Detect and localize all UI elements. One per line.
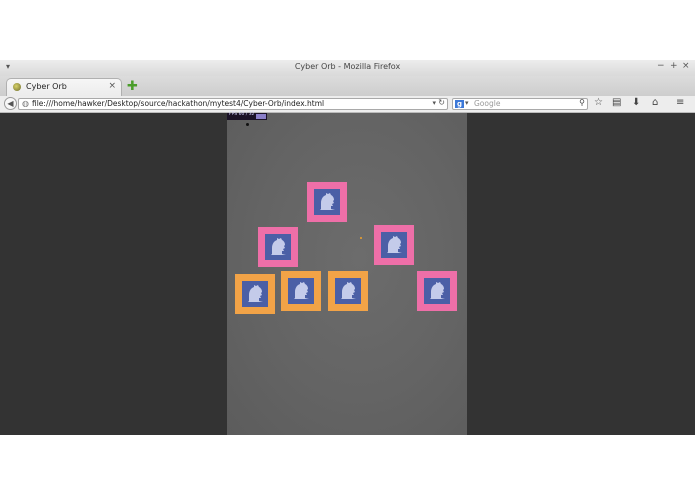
dinosaur-marker-icon [265, 234, 291, 260]
stats-overlay: FPS 60 / 32 [227, 112, 267, 120]
search-engine-dropdown-icon[interactable]: ▾ [465, 99, 469, 107]
navigation-toolbar: ◀ ◍ file:///home/hawker/Desktop/source/h… [0, 96, 695, 113]
page-content: FPS 60 / 32 [0, 112, 695, 435]
url-dropdown-icon[interactable]: ▾ [432, 99, 436, 107]
title-bar: ▾ Cyber Orb - Mozilla Firefox − + × [0, 60, 695, 77]
sticky-note [235, 274, 275, 314]
new-tab-icon[interactable]: ✚ [127, 80, 139, 93]
sticky-note [258, 227, 298, 267]
tab-close-icon[interactable]: × [108, 81, 116, 91]
search-input[interactable]: Google [474, 99, 500, 108]
dinosaur-marker-icon [335, 278, 361, 304]
firefox-window: ▾ Cyber Orb - Mozilla Firefox − + × Cybe… [0, 60, 695, 435]
camera-feed[interactable]: FPS 60 / 32 [227, 112, 467, 435]
url-bar[interactable]: ◍ file:///home/hawker/Desktop/source/hac… [18, 98, 448, 110]
bookmarks-list-icon[interactable]: ▤ [612, 97, 621, 108]
fps-text: FPS 60 / 32 [229, 112, 255, 117]
tab-bar: Cyber Orb × ✚ [0, 76, 695, 96]
tab-cyber-orb[interactable]: Cyber Orb × [6, 78, 122, 96]
back-button[interactable]: ◀ [4, 97, 17, 110]
search-icon[interactable]: ⚲ [579, 98, 585, 107]
window-title: Cyber Orb - Mozilla Firefox [294, 62, 401, 71]
orb-dot [360, 237, 362, 239]
home-icon[interactable]: ⌂ [652, 97, 658, 108]
orb-favicon-icon [13, 83, 21, 91]
downloads-icon[interactable]: ⬇ [632, 97, 640, 108]
close-window-button[interactable]: × [682, 61, 690, 71]
google-engine-icon[interactable]: g [455, 100, 464, 108]
dinosaur-marker-icon [424, 278, 450, 304]
sticky-note [307, 182, 347, 222]
sticky-note [374, 225, 414, 265]
minimize-button[interactable]: − [657, 61, 665, 71]
tab-label: Cyber Orb [26, 82, 67, 91]
sticky-note [328, 271, 368, 311]
dinosaur-marker-icon [288, 278, 314, 304]
bookmark-star-icon[interactable]: ☆ [594, 97, 603, 108]
dinosaur-marker-icon [381, 232, 407, 258]
url-text[interactable]: file:///home/hawker/Desktop/source/hacka… [32, 99, 324, 108]
tracking-dot [246, 123, 249, 126]
search-bar[interactable]: g ▾ Google ⚲ [452, 98, 588, 110]
globe-icon: ◍ [22, 99, 29, 108]
fps-graph [256, 114, 266, 119]
dinosaur-marker-icon [314, 189, 340, 215]
reload-icon[interactable]: ↻ [438, 98, 445, 107]
sticky-note [281, 271, 321, 311]
maximize-button[interactable]: + [670, 61, 678, 71]
sticky-note [417, 271, 457, 311]
dinosaur-marker-icon [242, 281, 268, 307]
menu-icon[interactable]: ≡ [676, 97, 684, 108]
